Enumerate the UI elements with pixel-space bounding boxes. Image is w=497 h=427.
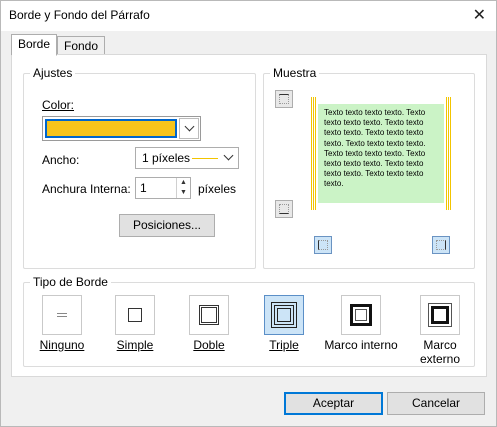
border-top-icon — [279, 94, 289, 104]
border-top-toggle[interactable] — [275, 90, 293, 108]
close-icon[interactable]: ✕ — [473, 5, 486, 25]
border-outer-frame-icon — [420, 295, 460, 335]
border-left-toggle[interactable] — [314, 236, 332, 254]
border-type-triple[interactable]: Triple — [244, 295, 324, 352]
posiciones-button[interactable]: Posiciones... — [119, 214, 215, 237]
ancho-dropdown[interactable]: 1 píxeles — [135, 147, 239, 169]
chevron-down-icon — [223, 150, 234, 161]
tab-fondo[interactable]: Fondo — [57, 36, 105, 56]
border-type-label: Simple — [116, 338, 154, 352]
border-right-toggle[interactable] — [432, 236, 450, 254]
icon-line — [57, 316, 67, 317]
cancelar-button[interactable]: Cancelar — [387, 392, 485, 415]
border-type-doble[interactable]: Doble — [169, 295, 249, 352]
muestra-legend: Muestra — [273, 66, 317, 80]
preview-right-line-3 — [450, 97, 451, 210]
preview-text: Texto texto texto texto. Texto texto tex… — [318, 104, 444, 203]
border-type-label: Triple — [269, 338, 299, 352]
preview-left-line-2 — [313, 97, 314, 210]
tab-panel-borde: Ajustes Color: Ancho: 1 píxeles Anchura … — [11, 54, 487, 377]
preview-left-line-3 — [315, 97, 316, 210]
ancho-value: 1 píxeles — [142, 151, 191, 165]
chevron-down-icon — [184, 121, 195, 132]
anchura-spinner[interactable]: 1 ▲ ▼ — [135, 177, 191, 199]
icon-frame — [431, 306, 449, 324]
icon-frame — [355, 309, 367, 321]
border-bottom-toggle[interactable] — [275, 200, 293, 218]
ancho-label: Ancho: — [42, 153, 80, 167]
icon-line — [57, 313, 67, 314]
tipo-borde-group: Tipo de Borde Ninguno Simple Doble Tripl… — [23, 275, 475, 367]
color-label: Color: — [42, 98, 75, 112]
border-type-marco-interno[interactable]: Marco interno — [317, 295, 405, 352]
spin-down-icon[interactable]: ▼ — [176, 188, 190, 198]
dialog-title: Borde y Fondo del Párrafo — [9, 8, 150, 22]
ajustes-group: Ajustes Color: Ancho: 1 píxeles Anchura … — [23, 66, 256, 269]
icon-frame — [199, 305, 219, 325]
preview-right-line-1 — [446, 97, 447, 210]
border-inner-frame-icon — [341, 295, 381, 335]
color-dropdown[interactable] — [42, 116, 201, 141]
anchura-unit: píxeles — [198, 182, 237, 196]
dialog-window: Borde y Fondo del Párrafo ✕ Borde Fondo … — [0, 0, 497, 427]
border-type-label: Doble — [193, 338, 225, 352]
border-right-icon — [436, 240, 446, 250]
color-dropdown-button[interactable] — [179, 118, 199, 139]
border-bottom-icon — [279, 204, 289, 214]
preview-right-line-2 — [448, 97, 449, 210]
icon-frame — [277, 308, 291, 322]
spin-up-icon[interactable]: ▲ — [176, 178, 190, 188]
aceptar-button[interactable]: Aceptar — [284, 392, 383, 415]
border-preview: Texto texto texto texto. Texto texto tex… — [311, 97, 451, 210]
icon-frame — [128, 308, 142, 322]
border-type-label: Ninguno — [39, 338, 85, 352]
anchura-value: 1 — [140, 181, 147, 195]
border-left-icon — [318, 240, 328, 250]
line-width-sample — [192, 158, 218, 159]
border-single-icon — [115, 295, 155, 335]
tab-borde[interactable]: Borde — [11, 34, 57, 56]
border-type-ninguno[interactable]: Ninguno — [22, 295, 102, 352]
border-type-label: Marco externo — [419, 338, 461, 366]
preview-left-line-1 — [311, 97, 312, 210]
border-type-marco-externo[interactable]: Marco externo — [398, 295, 482, 366]
border-double-icon — [189, 295, 229, 335]
border-type-simple[interactable]: Simple — [95, 295, 175, 352]
tipo-borde-legend: Tipo de Borde — [33, 275, 108, 289]
color-swatch — [45, 119, 177, 138]
muestra-group: Muestra Texto texto texto texto. Texto t… — [263, 66, 475, 269]
border-none-icon — [42, 295, 82, 335]
border-type-label: Marco interno — [324, 338, 398, 352]
title-bar: Borde y Fondo del Párrafo ✕ — [1, 1, 496, 31]
anchura-label: Anchura Interna: — [42, 182, 131, 196]
ajustes-legend: Ajustes — [33, 66, 73, 80]
border-triple-icon — [264, 295, 304, 335]
